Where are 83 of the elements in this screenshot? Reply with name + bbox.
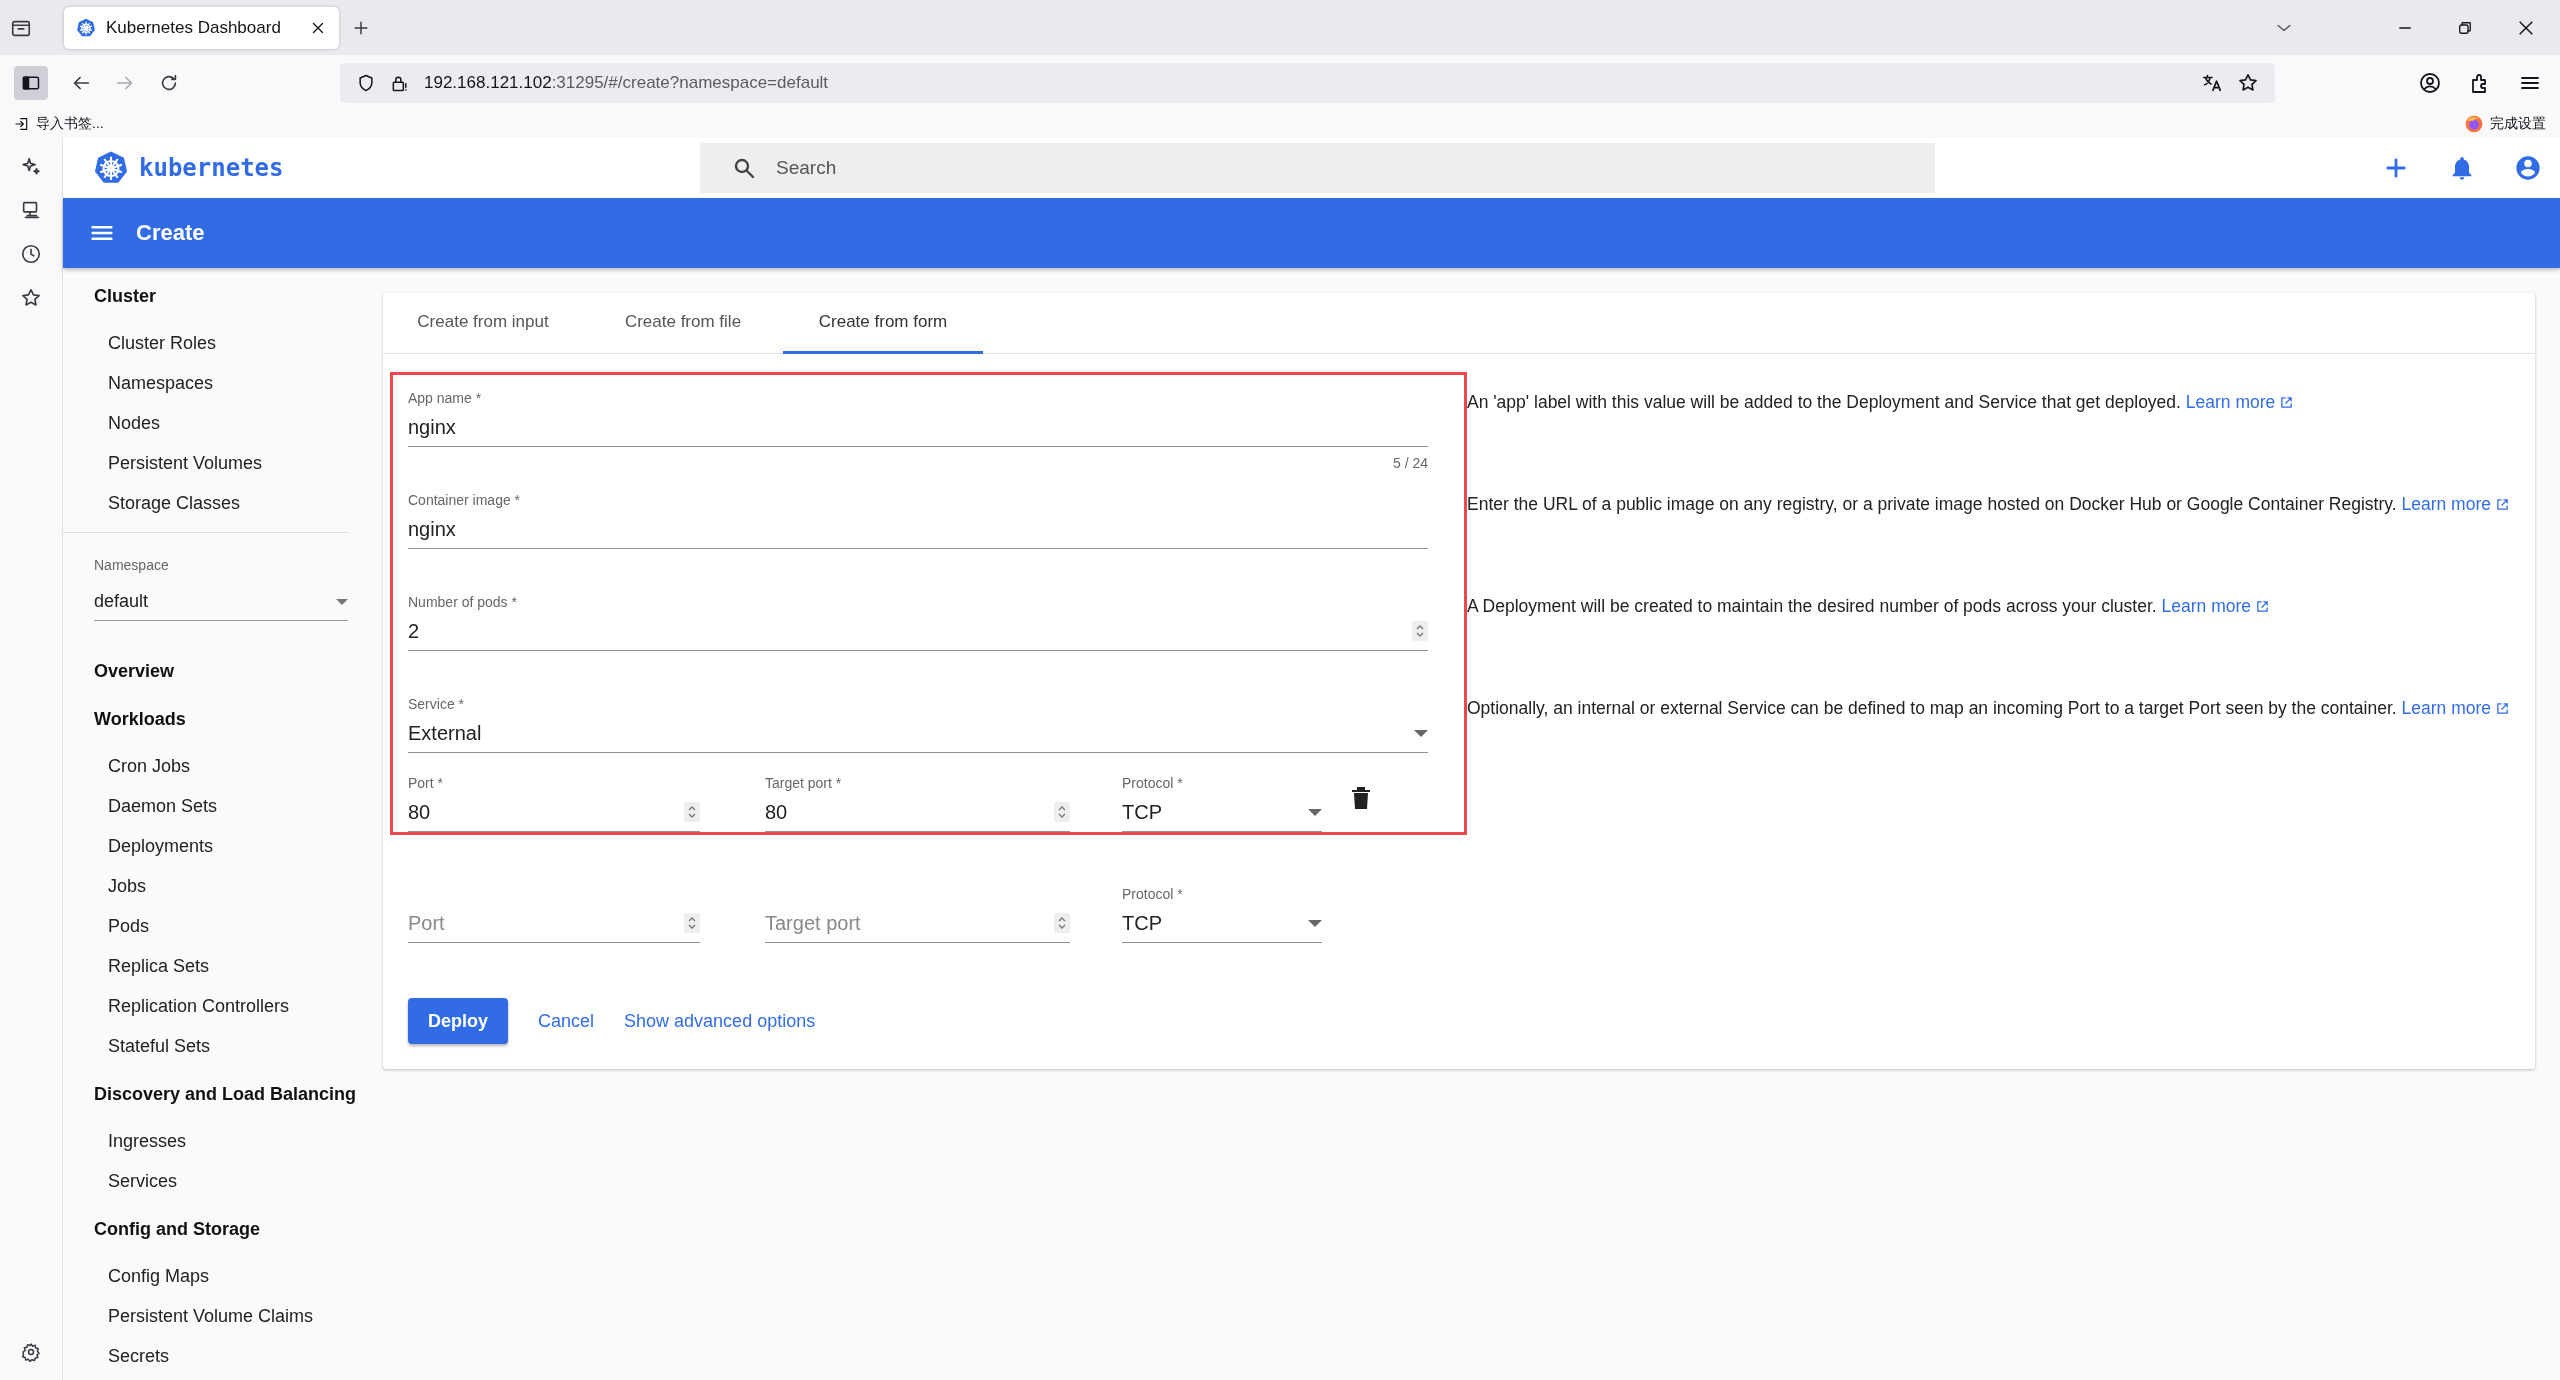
dropdown-caret-icon — [1308, 919, 1322, 927]
port-field[interactable]: Port * 80 — [408, 774, 700, 832]
search-field[interactable]: Search — [700, 143, 1935, 193]
text-field[interactable]: Container image * nginx — [408, 489, 1428, 591]
trash-icon[interactable] — [1350, 786, 1372, 810]
spinner-icon[interactable] — [684, 802, 700, 822]
dropdown-caret-icon — [1414, 729, 1428, 737]
sidebar-toggle-button[interactable] — [14, 65, 48, 100]
sidebar-item[interactable]: Replication Controllers — [63, 986, 360, 1026]
namespace-select[interactable]: default — [94, 573, 348, 621]
sidebar-item[interactable]: Ingresses — [63, 1121, 360, 1161]
dropdown-caret-icon — [336, 598, 348, 605]
sidebar-heading[interactable]: Overview — [63, 651, 360, 691]
external-link-icon — [2496, 702, 2510, 715]
account-icon[interactable] — [2418, 70, 2442, 95]
browser-tab[interactable]: Kubernetes Dashboard — [64, 6, 339, 49]
learn-more-link[interactable]: Learn more — [2161, 596, 2270, 616]
sidebar-heading[interactable]: Config and Storage — [63, 1209, 360, 1249]
sidebar-item[interactable]: Nodes — [63, 403, 360, 443]
shield-icon[interactable] — [356, 72, 376, 93]
kubernetes-logo-icon — [76, 17, 96, 38]
import-bookmarks-link[interactable]: 导入书签... — [14, 115, 104, 133]
sidebar-item[interactable]: Cluster Roles — [63, 323, 360, 363]
synced-devices-icon[interactable] — [20, 199, 42, 221]
spinner-icon[interactable] — [1054, 913, 1070, 933]
external-link-icon — [2256, 600, 2270, 613]
port-field[interactable]: Port — [408, 885, 700, 943]
sidebar-item[interactable]: Deployments — [63, 826, 360, 866]
external-link-icon — [2495, 498, 2509, 511]
help-text: Optionally, an internal or external Service can be defined to map an incoming Port to a target Port seen by the container. Learn more — [1467, 698, 2510, 718]
sidebar-item[interactable]: Secrets — [63, 1336, 360, 1376]
sidebar-item[interactable]: Config Maps — [63, 1256, 360, 1296]
learn-more-link[interactable]: Learn more — [2401, 494, 2509, 514]
sidebar-item[interactable]: Storage Classes — [63, 483, 360, 523]
sidebar-heading: Cluster — [93, 285, 157, 308]
external-link-icon — [2280, 396, 2294, 409]
sidebar-item[interactable]: Services — [63, 1161, 360, 1201]
sidebar-item[interactable]: Stateful Sets — [63, 1026, 360, 1066]
text-field[interactable]: Service * External — [408, 693, 1428, 774]
history-icon[interactable] — [20, 243, 42, 265]
search-icon — [732, 156, 756, 180]
target-port-field[interactable]: Target port — [765, 885, 1070, 943]
star-icon[interactable] — [2237, 71, 2259, 94]
sidebar-item[interactable]: Persistent Volume Claims — [63, 1296, 360, 1336]
sidebar-item[interactable]: Persistent Volumes — [63, 443, 360, 483]
sidebar-item[interactable]: Daemon Sets — [63, 786, 360, 826]
kubernetes-logo-text: kubernetes — [139, 154, 284, 182]
text-field[interactable]: Number of pods * 2 — [408, 591, 1428, 693]
sidebar-item[interactable]: Cron Jobs — [63, 746, 360, 786]
protocol-select[interactable]: Protocol * TCP — [1122, 774, 1322, 832]
target-port-field[interactable]: Target port * 80 — [765, 774, 1070, 832]
help-text: Enter the URL of a public image on any registry, or a private image hosted on Docker Hub or Google Container Registry. Learn more — [1467, 494, 2509, 514]
kubernetes-logo-icon — [93, 150, 129, 186]
sidebar-item[interactable]: Replica Sets — [63, 946, 360, 986]
sidebar-item[interactable]: Namespaces — [63, 363, 360, 403]
show-advanced-options-link[interactable]: Show advanced options — [624, 1010, 816, 1032]
dropdown-caret-icon — [1308, 808, 1322, 816]
sidebar-heading[interactable]: Discovery and Load Balancing — [63, 1074, 360, 1114]
page-title: Create — [136, 220, 205, 246]
cancel-link[interactable]: Cancel — [538, 1010, 595, 1032]
finish-setup-link[interactable]: 完成设置 — [2464, 114, 2546, 134]
sidebar-item[interactable]: Pods — [63, 906, 360, 946]
star-icon[interactable] — [20, 287, 42, 309]
tab[interactable]: Create from form — [783, 293, 983, 354]
tab[interactable]: Create from file — [583, 293, 783, 354]
browser-logo-icon — [2464, 114, 2484, 134]
sidebar-item[interactable]: Jobs — [63, 866, 360, 906]
spinner-icon[interactable] — [1412, 621, 1428, 641]
help-text: A Deployment will be created to maintain the desired number of pods across your cluster. Learn more — [1467, 596, 2270, 616]
text-field[interactable]: App name * nginx 5 / 24 — [408, 387, 1428, 489]
protocol-select[interactable]: Protocol * TCP — [1122, 885, 1322, 943]
import-icon — [14, 116, 30, 132]
sparkle-icon[interactable] — [20, 155, 42, 177]
learn-more-link[interactable]: Learn more — [2185, 392, 2294, 412]
address-bar[interactable]: 192.168.121.102:31295/#/create?namespace=default — [340, 62, 2275, 103]
deploy-button[interactable]: Deploy — [408, 998, 508, 1044]
sidebar-heading[interactable]: Workloads — [63, 699, 360, 739]
spinner-icon[interactable] — [684, 913, 700, 933]
learn-more-link[interactable]: Learn more — [2401, 698, 2510, 718]
namespace-label: Namespace — [94, 557, 170, 573]
tab[interactable]: Create from input — [383, 293, 583, 354]
spinner-icon[interactable] — [1054, 802, 1070, 822]
help-text: An 'app' label with this value will be added to the Deployment and Service that get deployed. Learn more — [1467, 392, 2294, 412]
